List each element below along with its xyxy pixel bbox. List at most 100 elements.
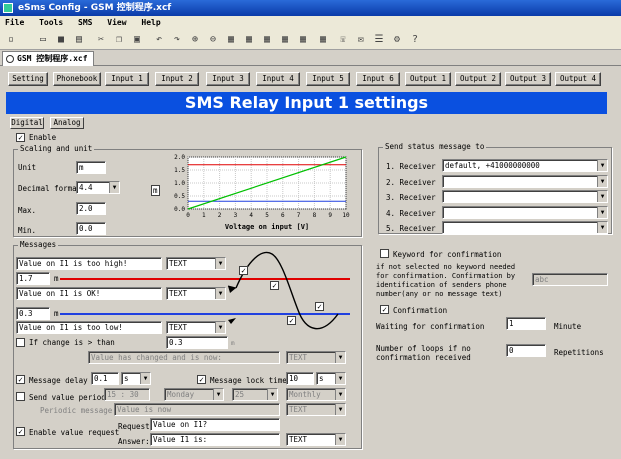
decimal-format-select[interactable]: 4.4 ▼	[76, 181, 120, 194]
message-lock-checkbox[interactable]: ✓	[197, 375, 206, 384]
receiver-1-select[interactable]: default, +41000000000 ▼	[442, 159, 608, 172]
unit-input[interactable]: m	[76, 161, 106, 174]
nav-button-input-4[interactable]: Input 4	[256, 72, 300, 86]
arrow-icon	[228, 318, 236, 324]
unit-label: Unit	[18, 163, 37, 172]
chevron-down-icon: ▼	[597, 160, 607, 171]
changed-message-input[interactable]: Value has changed and is now:	[88, 351, 280, 364]
zoom-in-icon[interactable]: ⊕	[188, 33, 202, 47]
receiver-5-select[interactable]: ▼	[442, 221, 608, 234]
enable-checkbox[interactable]: ✓	[16, 133, 25, 142]
ok-low-checkbox[interactable]: ✓	[287, 316, 296, 325]
max-input[interactable]: 2.0	[76, 202, 106, 215]
undo-icon[interactable]: ↶	[152, 33, 166, 47]
grid-icon[interactable]: ▦	[260, 33, 274, 47]
request-input[interactable]: Value on I1?	[150, 418, 280, 431]
periodic-time-input[interactable]: 15 : 30	[104, 388, 150, 401]
confirmation-checkbox[interactable]: ✓	[380, 305, 389, 314]
loops-input[interactable]: 0	[506, 344, 546, 357]
message-delay-input[interactable]: 0.1	[91, 372, 119, 385]
decimal-format-value: 4.4	[79, 183, 93, 192]
save-icon[interactable]: ■	[54, 33, 68, 47]
paste-icon[interactable]: ▣	[130, 33, 144, 47]
cut-icon[interactable]: ✂	[94, 33, 108, 47]
receiver-2-select[interactable]: ▼	[442, 175, 608, 188]
answer-input[interactable]: Value I1 is:	[150, 433, 280, 446]
redo-icon[interactable]: ↷	[170, 33, 184, 47]
receiver-3-select[interactable]: ▼	[442, 190, 608, 203]
nav-button-input-1[interactable]: Input 1	[105, 72, 149, 86]
nav-button-output-1[interactable]: Output 1	[405, 72, 451, 86]
grid-icon[interactable]: ▦	[224, 33, 238, 47]
menu-tools[interactable]: Tools	[34, 16, 68, 30]
keyword-checkbox[interactable]	[380, 249, 389, 258]
tab-analog[interactable]: Analog	[50, 117, 84, 129]
nav-button-phonebook[interactable]: Phonebook	[53, 72, 101, 86]
change-checkbox[interactable]	[16, 338, 25, 347]
nav-button-input-2[interactable]: Input 2	[155, 72, 199, 86]
menu-file[interactable]: File	[0, 16, 29, 30]
changed-type-select[interactable]: TEXT ▼	[286, 351, 346, 364]
chart-x-tick-label: 7	[297, 212, 301, 219]
message-delay-unit-select[interactable]: s ▼	[121, 372, 151, 385]
changed-type-value: TEXT	[289, 353, 308, 362]
high-alert-checkbox[interactable]: ✓	[239, 266, 248, 275]
message-lock-input[interactable]: 10	[286, 372, 314, 385]
nav-button-input-5[interactable]: Input 5	[306, 72, 350, 86]
nav-button-input-6[interactable]: Input 6	[356, 72, 400, 86]
receiver-2-label: 2. Receiver	[386, 178, 436, 187]
receiver-4-select[interactable]: ▼	[442, 206, 608, 219]
threshold-diagram	[60, 251, 350, 330]
help-icon[interactable]: ?	[408, 33, 422, 47]
zoom-out-icon[interactable]: ⊖	[206, 33, 220, 47]
message-lock-unit-value: s	[319, 374, 324, 383]
chart-x-tick-label: 6	[281, 212, 285, 219]
scaling-group-title: Scaling and unit	[18, 144, 95, 153]
open-icon[interactable]: ▭	[36, 33, 50, 47]
send-periodic-checkbox[interactable]	[16, 392, 25, 401]
low-alert-checkbox[interactable]: ✓	[315, 302, 324, 311]
app-icon	[3, 3, 13, 13]
grid-icon[interactable]: ▦	[242, 33, 256, 47]
periodic-day-value: Monday	[167, 390, 195, 399]
periodic-interval-select[interactable]: Monthly ▼	[286, 388, 346, 401]
nav-button-output-4[interactable]: Output 4	[555, 72, 601, 86]
new-icon[interactable]: ▫	[4, 33, 18, 47]
grid-icon[interactable]: ▦	[278, 33, 292, 47]
send-periodic-label: Send value periodic	[29, 393, 115, 402]
message-lock-unit-select[interactable]: s ▼	[316, 372, 346, 385]
list-icon[interactable]: ☰	[372, 33, 386, 47]
wait-confirmation-input[interactable]: 1	[506, 317, 546, 330]
ok-alert-checkbox[interactable]: ✓	[270, 281, 279, 290]
nav-button-input-3[interactable]: Input 3	[206, 72, 250, 86]
sms-icon[interactable]: ✉	[354, 33, 368, 47]
periodic-message-input[interactable]: Value is now	[114, 403, 280, 416]
menu-help[interactable]: Help	[136, 16, 165, 30]
tool-icon[interactable]: ⚙	[390, 33, 404, 47]
phone-icon[interactable]: ☏	[336, 33, 350, 47]
periodic-message-label: Periodic message	[40, 406, 113, 415]
keyword-input[interactable]: abc	[532, 273, 608, 286]
loops-label: Number of loops if no confirmation recei…	[376, 344, 471, 362]
menu-view[interactable]: View	[102, 16, 131, 30]
periodic-type-select[interactable]: TEXT ▼	[286, 403, 346, 416]
periodic-day-select[interactable]: Monday ▼	[164, 388, 224, 401]
grid-icon[interactable]: ▦	[316, 33, 330, 47]
menu-sms[interactable]: SMS	[73, 16, 97, 30]
nav-button-output-3[interactable]: Output 3	[505, 72, 551, 86]
change-value-input[interactable]: 0.3	[166, 336, 228, 349]
document-tab[interactable]: GSM 控制程序.xcf	[2, 51, 94, 66]
min-input[interactable]: 0.0	[76, 222, 106, 235]
receiver-3-label: 3. Receiver	[386, 193, 436, 202]
print-icon[interactable]: ▤	[72, 33, 86, 47]
copy-icon[interactable]: ❐	[112, 33, 126, 47]
nav-button-output-2[interactable]: Output 2	[455, 72, 501, 86]
message-delay-checkbox[interactable]: ✓	[16, 375, 25, 384]
tab-digital[interactable]: Digital	[10, 117, 44, 129]
change-unit: m	[231, 340, 235, 347]
enable-request-checkbox[interactable]: ✓	[16, 427, 25, 436]
nav-button-setting[interactable]: Setting	[8, 72, 48, 86]
answer-type-select[interactable]: TEXT ▼	[286, 433, 346, 446]
grid-icon[interactable]: ▦	[296, 33, 310, 47]
periodic-date-select[interactable]: 25 ▼	[232, 388, 278, 401]
